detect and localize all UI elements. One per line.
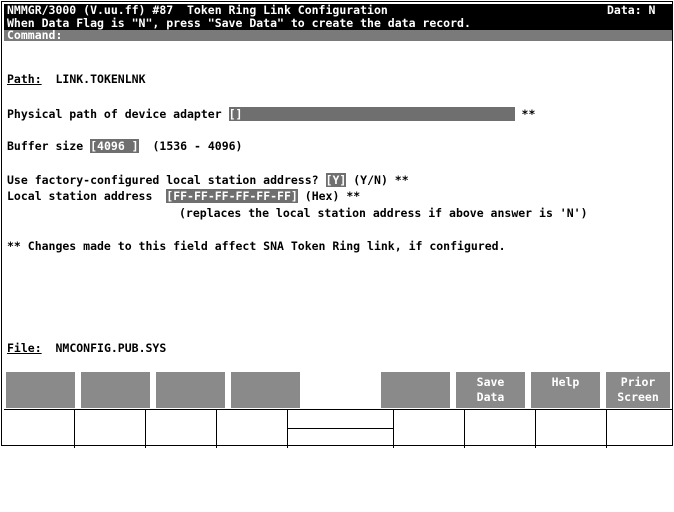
file-row: File: NMCONFIG.PUB.SYS	[7, 341, 166, 355]
factory-address-row: Use factory-configured local station add…	[7, 173, 409, 187]
physical-path-marker: **	[521, 107, 536, 121]
grid-cell	[394, 410, 465, 448]
function-key-grid	[4, 409, 672, 448]
softkey-f5[interactable]	[381, 372, 450, 408]
softkey-f2[interactable]	[81, 372, 150, 408]
help-button[interactable]: Help	[531, 372, 600, 408]
grid-cell	[288, 410, 394, 448]
file-label: File:	[7, 341, 42, 355]
grid-cell	[146, 410, 217, 448]
grid-cell	[465, 410, 536, 448]
buffer-size-range: (1536 - 4096)	[152, 139, 243, 153]
physical-path-field[interactable]: []	[228, 107, 515, 121]
message-text: When Data Flag is "N", press "Save Data"…	[7, 16, 471, 30]
path-value: LINK.TOKENLNK	[55, 72, 146, 86]
buffer-size-label: Buffer size	[7, 139, 84, 153]
softkey-f4[interactable]	[231, 372, 300, 408]
command-line[interactable]: Command:	[4, 28, 672, 42]
save-data-button[interactable]: Save Data	[456, 372, 525, 408]
footnote: ** Changes made to this field affect SNA…	[7, 239, 506, 253]
message-line: When Data Flag is "N", press "Save Data"…	[4, 16, 672, 30]
local-address-field[interactable]: [FF-FF-FF-FF-FF-FF]	[166, 189, 298, 203]
softkey-f3[interactable]	[156, 372, 225, 408]
softkey-f1[interactable]	[6, 372, 75, 408]
grid-cell	[217, 410, 288, 448]
grid-cell	[75, 410, 146, 448]
factory-address-field[interactable]: [Y]	[325, 173, 347, 187]
physical-path-row: Physical path of device adapter [] **	[7, 107, 535, 121]
factory-address-hint: (Y/N) **	[353, 173, 409, 187]
file-value: NMCONFIG.PUB.SYS	[55, 341, 167, 355]
local-address-label: Local station address	[7, 189, 153, 203]
screen-title: NMMGR/3000 (V.uu.ff) #87 Token Ring Link…	[7, 3, 388, 17]
prior-screen-button[interactable]: Prior Screen	[606, 372, 670, 408]
terminal-screen: NMMGR/3000 (V.uu.ff) #87 Token Ring Link…	[1, 1, 673, 448]
grid-cell	[536, 410, 607, 448]
data-flag: Data: N	[607, 3, 656, 17]
buffer-size-field[interactable]: [4096 ]	[90, 139, 139, 153]
path-row: Path: LINK.TOKENLNK	[7, 72, 146, 86]
physical-path-label: Physical path of device adapter	[7, 107, 222, 121]
command-label: Command:	[7, 28, 63, 42]
factory-address-label: Use factory-configured local station add…	[7, 173, 319, 187]
softkey-bar: Save Data Help Prior Screen	[4, 372, 672, 408]
local-address-hint: (Hex) **	[304, 189, 361, 203]
grid-cell	[4, 410, 75, 448]
local-address-row: Local station address [FF-FF-FF-FF-FF-FF…	[7, 189, 360, 203]
path-label: Path:	[7, 72, 42, 86]
buffer-size-row: Buffer size [4096 ] (1536 - 4096)	[7, 139, 242, 153]
local-address-note: (replaces the local station address if a…	[179, 206, 588, 220]
